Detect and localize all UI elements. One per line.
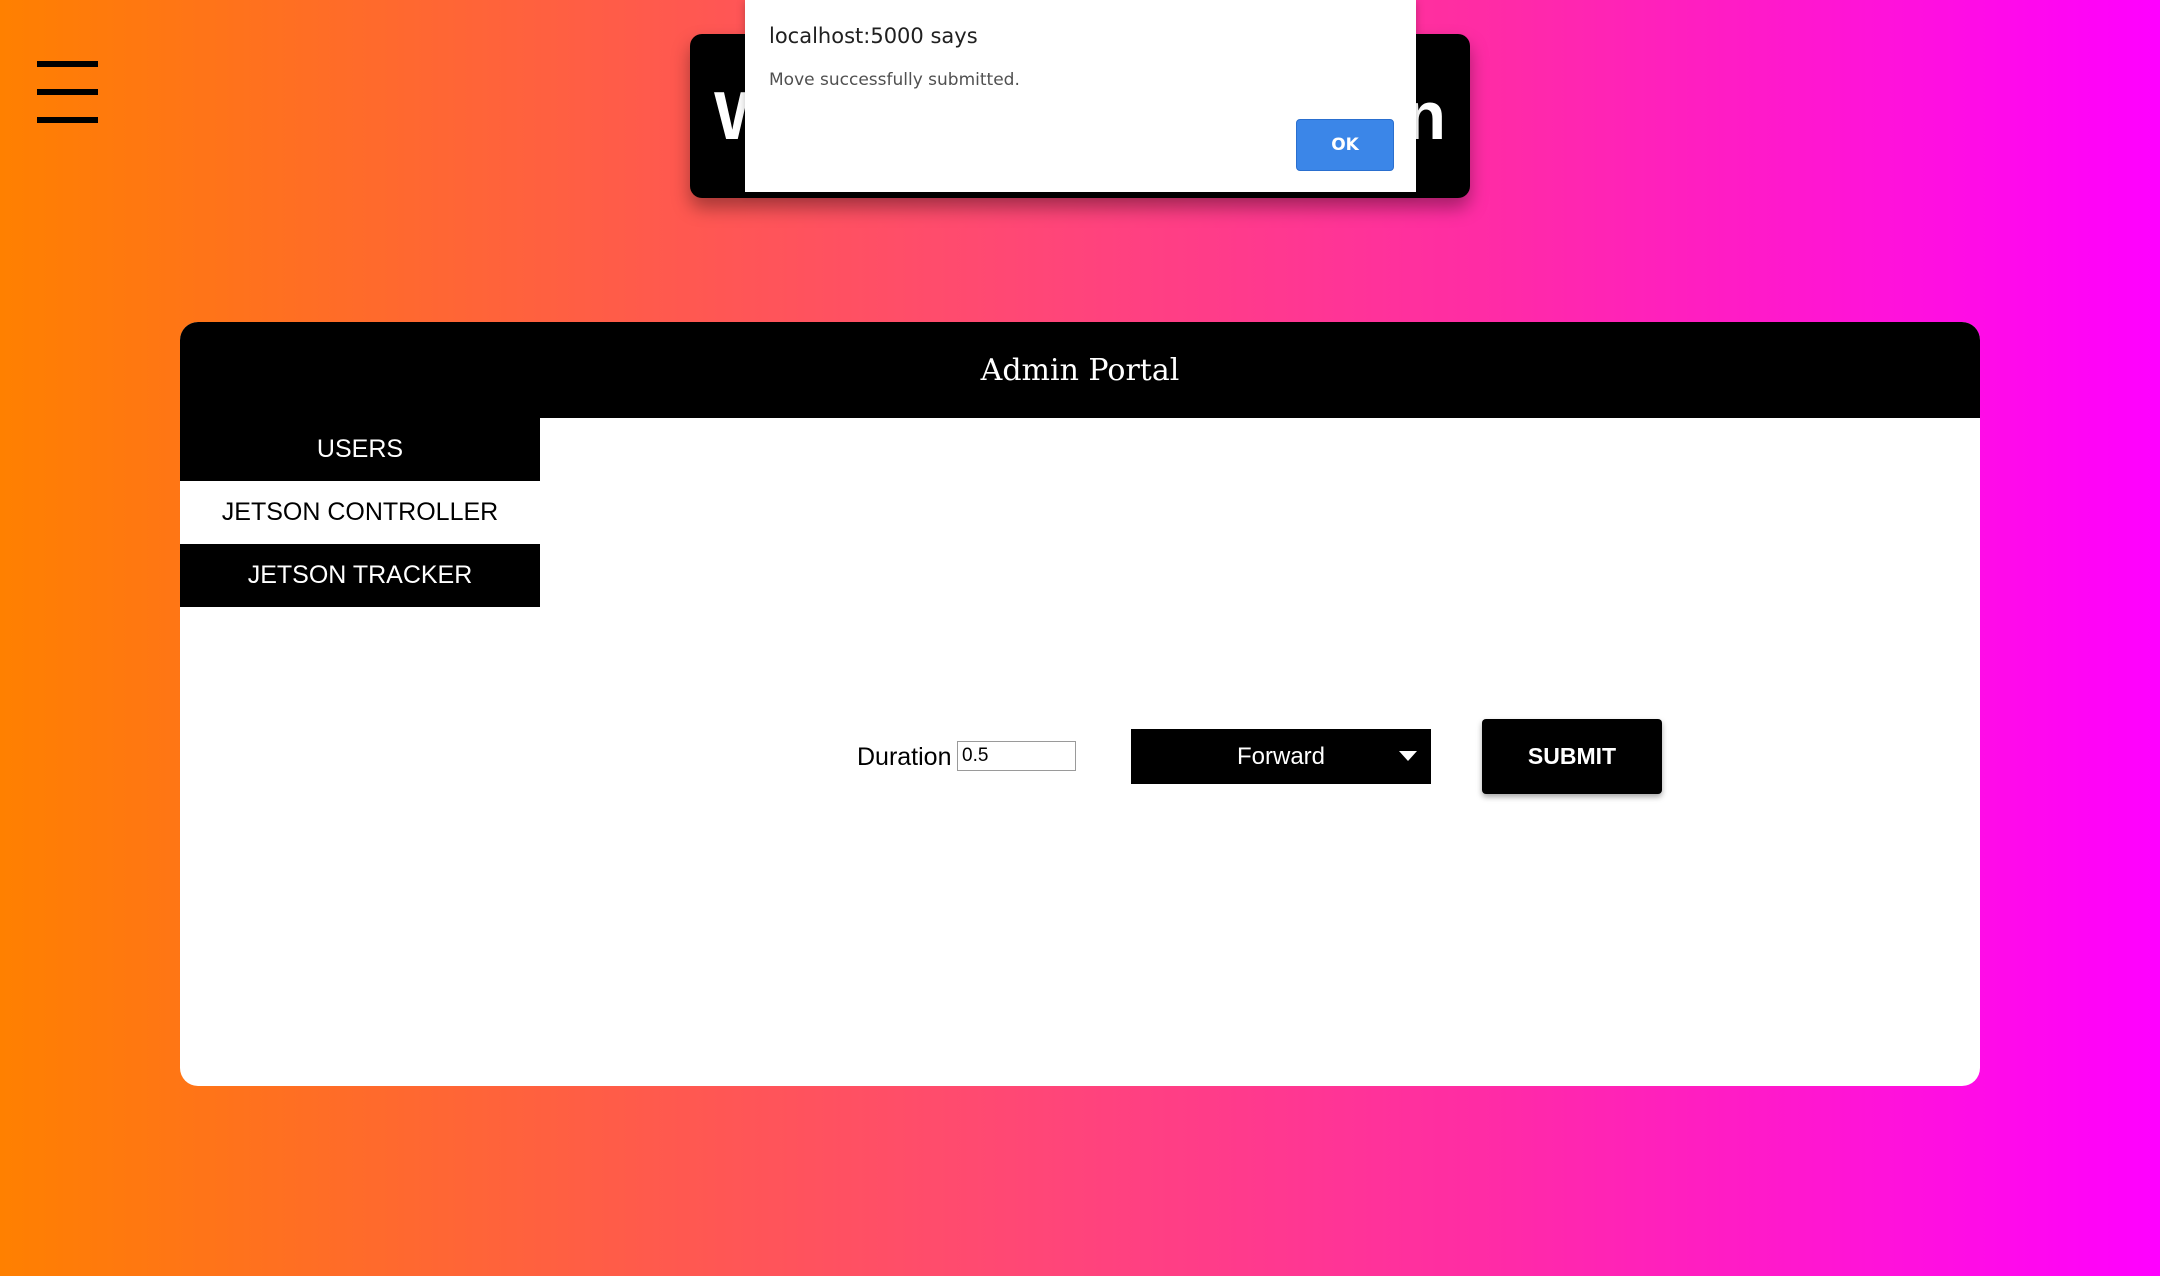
menu-bar <box>37 117 98 123</box>
nav-item-jetson-controller[interactable]: JETSON CONTROLLER <box>180 481 540 544</box>
page-title: Admin Portal <box>180 322 1980 418</box>
ok-button[interactable]: OK <box>1296 119 1394 171</box>
nav-item-label: JETSON TRACKER <box>247 561 473 589</box>
submit-button[interactable]: SUBMIT <box>1482 719 1662 794</box>
menu-bar <box>37 61 98 67</box>
hamburger-menu-icon[interactable] <box>37 61 98 123</box>
alert-dialog: localhost:5000 says Move successfully su… <box>745 0 1416 192</box>
admin-portal-card: Admin Portal USERS JETSON CONTROLLER JET… <box>180 322 1980 1086</box>
nav-item-label: USERS <box>316 435 404 463</box>
alert-title: localhost:5000 says <box>769 24 978 48</box>
portal-nav: USERS JETSON CONTROLLER JETSON TRACKER <box>180 418 540 607</box>
duration-label: Duration <box>857 743 952 771</box>
duration-input[interactable]: 0.5 <box>957 741 1076 771</box>
alert-message: Move successfully submitted. <box>769 70 1020 90</box>
nav-item-users[interactable]: USERS <box>180 418 540 481</box>
nav-item-label: JETSON CONTROLLER <box>221 498 499 526</box>
direction-select-value: Forward <box>1236 742 1326 770</box>
menu-bar <box>37 89 98 95</box>
chevron-down-icon <box>1399 751 1417 761</box>
direction-select[interactable]: Forward <box>1131 729 1431 784</box>
nav-item-jetson-tracker[interactable]: JETSON TRACKER <box>180 544 540 607</box>
